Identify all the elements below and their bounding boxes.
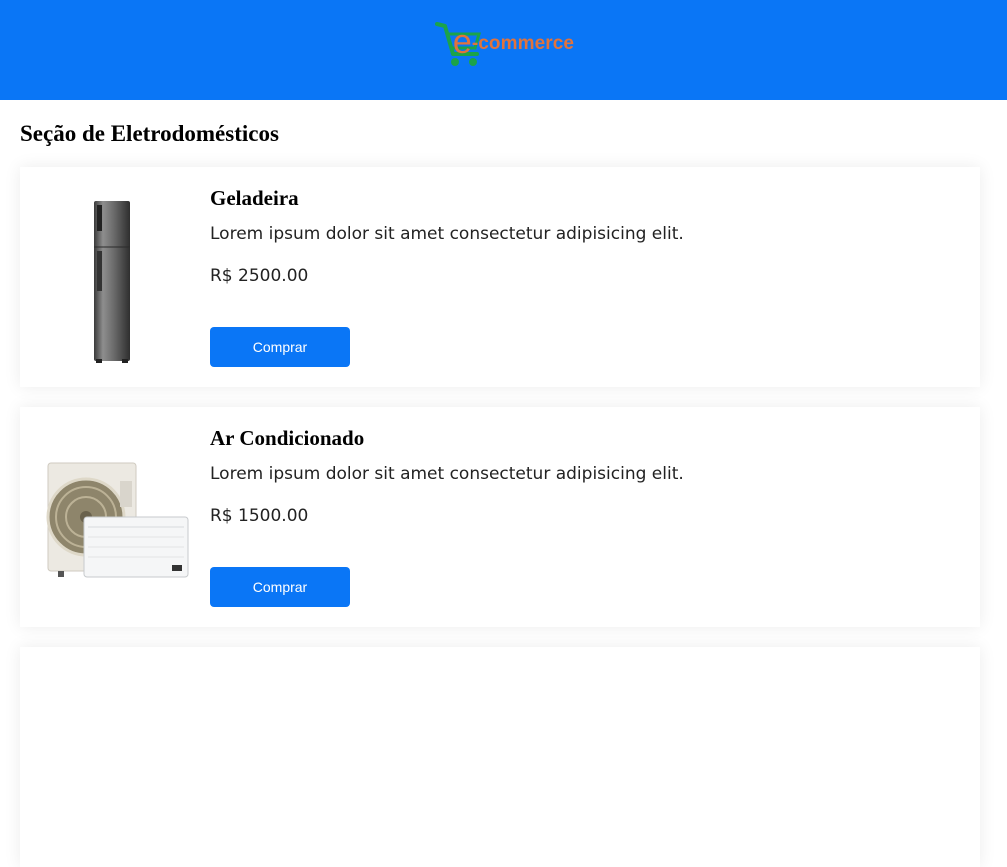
product-price: R$ 1500.00	[210, 506, 309, 526]
product-name: Geladeira	[210, 186, 299, 210]
buy-button[interactable]: Comprar	[210, 327, 350, 367]
site-logo[interactable]: e -commerce	[433, 18, 574, 70]
product-price: R$ 2500.00	[210, 266, 309, 286]
logo-text: -commerce	[471, 33, 575, 54]
product-card	[20, 647, 980, 867]
product-name: Ar Condicionado	[210, 426, 365, 450]
air-conditioner-image	[46, 462, 189, 578]
site-header: e -commerce	[0, 0, 1007, 100]
product-card: Geladeira Lorem ipsum dolor sit amet con…	[20, 167, 980, 387]
logo-letter: e	[452, 22, 472, 61]
product-card: Ar Condicionado Lorem ipsum dolor sit am…	[20, 407, 980, 627]
product-description: Lorem ipsum dolor sit amet consectetur a…	[210, 224, 684, 244]
buy-button[interactable]: Comprar	[210, 567, 350, 607]
refrigerator-image	[94, 201, 130, 363]
product-description: Lorem ipsum dolor sit amet consectetur a…	[210, 464, 684, 484]
section-title: Seção de Eletrodomésticos	[20, 121, 279, 146]
